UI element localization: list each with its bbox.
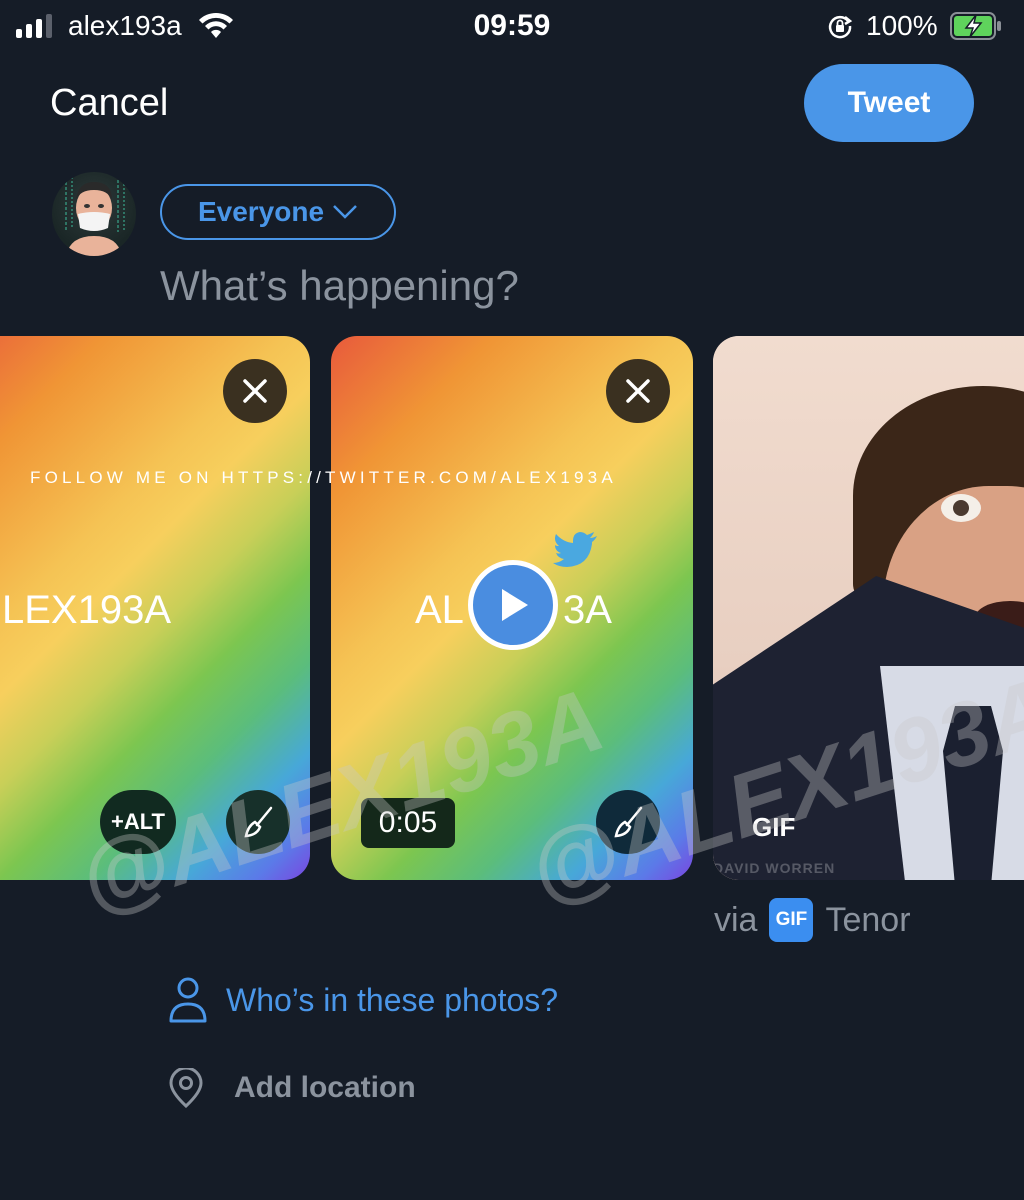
twitter-bird-icon <box>553 532 597 567</box>
cancel-button[interactable]: Cancel <box>50 82 168 125</box>
close-icon <box>626 379 650 403</box>
gif-image-part <box>941 494 981 522</box>
add-location-button[interactable]: Add location <box>168 1068 416 1108</box>
signal-icon <box>16 14 56 38</box>
add-location-label: Add location <box>234 1071 416 1104</box>
carrier-name: alex193a <box>68 10 182 41</box>
edit-image-button[interactable] <box>226 790 290 854</box>
media-card-gif[interactable]: DAVID WORREN <box>713 336 1024 880</box>
location-pin-icon <box>169 1068 203 1108</box>
remove-media-button[interactable] <box>223 359 287 423</box>
remove-media-button[interactable] <box>606 359 670 423</box>
image-center-text: LEX193A <box>2 588 172 632</box>
status-bar: alex193a 09:59 100% <box>0 0 1024 56</box>
edit-video-button[interactable] <box>596 790 660 854</box>
tag-people-button[interactable]: Who’s in these photos? <box>168 976 558 1024</box>
edit-brush-icon <box>244 806 273 838</box>
tenor-gif-icon: GIF <box>769 898 814 942</box>
gif-badge: GIF <box>752 812 796 842</box>
edit-brush-icon <box>614 806 643 838</box>
tweet-compose-input[interactable] <box>160 262 760 310</box>
wifi-icon <box>199 12 233 38</box>
avatar-image <box>65 177 125 256</box>
video-duration: 0:05 <box>361 798 455 848</box>
audience-selector[interactable]: Everyone <box>160 184 396 240</box>
image-overlay-text: FOLLOW ME ON HTTPS://TWITTER.COM/ALEX193… <box>30 468 617 487</box>
battery-charging-icon <box>950 12 1001 40</box>
close-icon <box>243 379 267 403</box>
play-button[interactable] <box>468 560 558 650</box>
video-center-text-right: 3A <box>563 588 612 632</box>
tweet-button[interactable]: Tweet <box>804 64 974 142</box>
orientation-lock-icon <box>828 15 853 39</box>
audience-label: Everyone <box>197 196 325 227</box>
avatar[interactable] <box>52 172 136 256</box>
person-icon <box>169 977 207 1023</box>
play-icon <box>502 589 528 621</box>
add-alt-text-button[interactable]: +ALT <box>100 790 176 854</box>
tag-people-label: Who’s in these photos? <box>226 981 559 1018</box>
chevron-down-icon <box>333 205 357 219</box>
video-center-text-left: AL <box>415 588 464 632</box>
via-text: via <box>714 900 758 939</box>
gif-attribution: via GIF Tenor <box>714 898 911 942</box>
provider-name: Tenor <box>825 900 911 939</box>
battery-percent: 100% <box>866 10 938 41</box>
gif-credit: DAVID WORREN <box>713 860 836 876</box>
clock: 09:59 <box>473 9 551 42</box>
